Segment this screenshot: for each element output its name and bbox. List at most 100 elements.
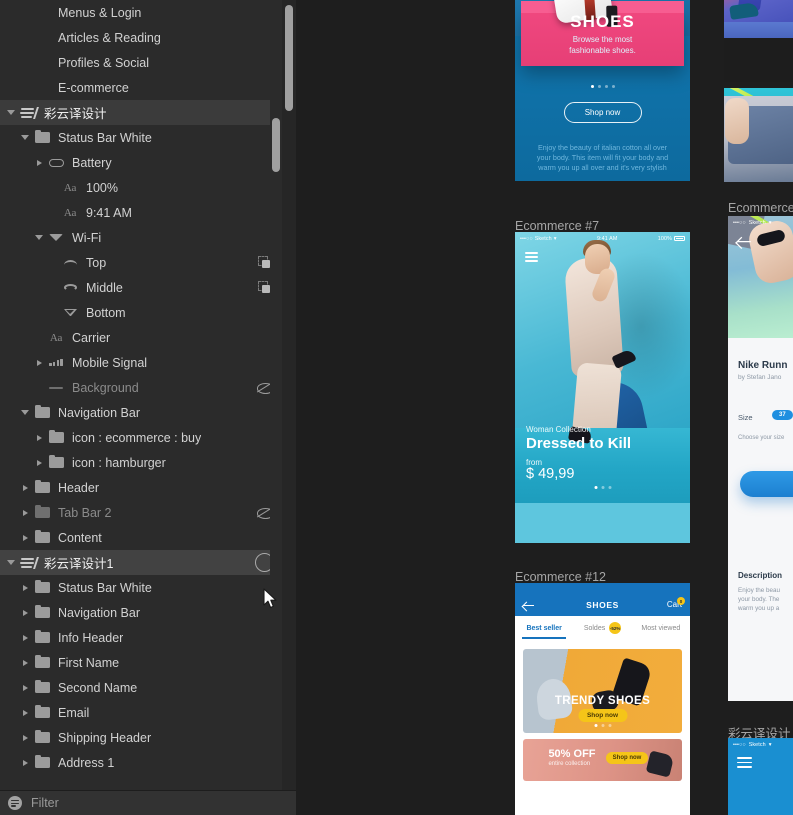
disclosure-triangle[interactable] — [18, 685, 32, 691]
chevron-closed-icon[interactable] — [37, 435, 42, 441]
disclosure-triangle[interactable] — [32, 160, 46, 166]
disclosure-triangle[interactable] — [18, 585, 32, 591]
disclosure-triangle[interactable] — [18, 760, 32, 766]
mask-icon[interactable] — [258, 256, 271, 269]
layer-row[interactable]: Background — [0, 375, 282, 400]
layer-row[interactable]: Top — [0, 250, 282, 275]
chevron-closed-icon[interactable] — [37, 360, 42, 366]
chevron-open-icon[interactable] — [21, 135, 29, 140]
layer-row[interactable]: Second Name — [0, 675, 282, 700]
tab-most-viewed[interactable]: Most viewed — [632, 625, 690, 632]
chevron-closed-icon[interactable] — [23, 760, 28, 766]
disclosure-triangle[interactable] — [4, 110, 18, 115]
layer-row[interactable]: Middle — [0, 275, 282, 300]
hero-card-dots[interactable] — [594, 724, 611, 727]
product-back-arrow-icon[interactable] — [737, 236, 751, 247]
chevron-closed-icon[interactable] — [23, 585, 28, 591]
inner-scrollbar-track[interactable] — [270, 0, 282, 798]
disclosure-triangle[interactable] — [18, 410, 32, 415]
layer-row[interactable]: Status Bar White — [0, 575, 282, 600]
layer-row[interactable]: Tab Bar 2 — [0, 500, 282, 525]
chevron-closed-icon[interactable] — [23, 635, 28, 641]
artboard-ecommerce-product[interactable]: •••○○ Sketch ▾ Free Shipping Nike Runn b… — [728, 216, 793, 701]
layer-row[interactable]: Email — [0, 700, 282, 725]
ecom7-carousel-dots[interactable] — [594, 486, 611, 489]
add-to-cart-button[interactable] — [740, 471, 793, 497]
disclosure-triangle[interactable] — [18, 510, 32, 516]
artboard-ecommerce-12[interactable]: •••○○ Sketch ▾ 9:41 AM 100% SHOES Cart 0… — [515, 583, 690, 815]
disclosure-triangle[interactable] — [32, 435, 46, 441]
chevron-closed-icon[interactable] — [23, 685, 28, 691]
layer-row[interactable]: 彩云译设计 — [0, 100, 282, 125]
disclosure-triangle[interactable] — [18, 660, 32, 666]
ecom7-hamburger-button[interactable] — [525, 252, 538, 262]
ecom12-promo-card[interactable]: 50% OFF entire collection Shop now — [523, 739, 682, 781]
layer-row[interactable]: Aa100% — [0, 175, 282, 200]
chevron-closed-icon[interactable] — [23, 485, 28, 491]
artboard-title-ecommerce-12[interactable]: Ecommerce #12 — [515, 570, 606, 584]
chevron-closed-icon[interactable] — [37, 460, 42, 466]
tab-soldes[interactable]: Soldes -52% — [573, 622, 631, 634]
layer-row[interactable]: Navigation Bar — [0, 400, 282, 425]
layer-row[interactable]: Mobile Signal — [0, 350, 282, 375]
layer-row[interactable]: Info Header — [0, 625, 282, 650]
layer-row[interactable]: Status Bar White — [0, 125, 282, 150]
canvas-area[interactable]: SHOES Browse the most fashionable shoes.… — [296, 0, 793, 815]
artboard-title-ecommerce-7[interactable]: Ecommerce #7 — [515, 219, 599, 233]
layer-row[interactable]: Shipping Header — [0, 725, 282, 750]
disclosure-triangle[interactable] — [18, 735, 32, 741]
chevron-open-icon[interactable] — [21, 410, 29, 415]
layer-row[interactable]: Navigation Bar — [0, 600, 282, 625]
disclosure-triangle[interactable] — [18, 710, 32, 716]
chevron-closed-icon[interactable] — [37, 160, 42, 166]
layer-row[interactable]: Bottom — [0, 300, 282, 325]
artboard-shoes-promo[interactable]: SHOES Browse the most fashionable shoes.… — [515, 0, 690, 181]
layer-row[interactable]: Aa9:41 AM — [0, 200, 282, 225]
disclosure-triangle[interactable] — [32, 235, 46, 240]
size-chip-37[interactable]: 37 — [772, 410, 793, 420]
layer-row[interactable]: Header — [0, 475, 282, 500]
catalog-hamburger-button[interactable] — [737, 757, 752, 768]
disclosure-triangle[interactable] — [32, 460, 46, 466]
chevron-closed-icon[interactable] — [23, 710, 28, 716]
layer-row[interactable]: AaCarrier — [0, 325, 282, 350]
artboard-caiyun-catalog[interactable]: •••○○ Sketch ▾ CAT — [728, 738, 793, 815]
chevron-open-icon[interactable] — [7, 110, 15, 115]
layer-row[interactable]: Address 1 — [0, 750, 282, 775]
disclosure-triangle[interactable] — [18, 135, 32, 140]
hero-shop-now-button[interactable]: Shop now — [578, 709, 627, 722]
disclosure-triangle[interactable] — [18, 485, 32, 491]
promo-shop-now-button[interactable]: Shop now — [606, 752, 649, 764]
layer-row[interactable]: Menus & Login — [0, 0, 282, 25]
artboard-ecommerce-7[interactable]: •••○○ Sketch ▾ 9:41 AM 100% Woman Collec… — [515, 232, 690, 543]
outer-scrollbar-track[interactable] — [282, 0, 296, 815]
disclosure-triangle[interactable] — [18, 535, 32, 541]
artboard-title-ecommerce-product[interactable]: Ecommerce — [728, 201, 793, 215]
tab-best-seller[interactable]: Best seller — [515, 625, 573, 632]
outer-scrollbar-thumb[interactable] — [285, 5, 293, 111]
chevron-closed-icon[interactable] — [23, 510, 28, 516]
promo-shop-now-button[interactable]: Shop now — [564, 102, 642, 123]
layer-row[interactable]: Profiles & Social — [0, 50, 282, 75]
artboard-right-jeans-strip[interactable] — [724, 96, 793, 182]
disclosure-triangle[interactable] — [4, 560, 18, 565]
artboard-right-top-strip[interactable] — [724, 0, 793, 82]
mask-icon[interactable] — [258, 281, 271, 294]
ecom12-tabbar[interactable]: Best seller Soldes -52% Most viewed — [515, 616, 690, 640]
filter-bar[interactable]: Filter — [0, 790, 296, 815]
layer-row[interactable]: 彩云译设计1 — [0, 550, 282, 575]
chevron-closed-icon[interactable] — [23, 535, 28, 541]
layer-row[interactable]: Wi-Fi — [0, 225, 282, 250]
chevron-closed-icon[interactable] — [23, 660, 28, 666]
disclosure-triangle[interactable] — [18, 610, 32, 616]
layer-row[interactable]: First Name — [0, 650, 282, 675]
chevron-closed-icon[interactable] — [23, 735, 28, 741]
layer-row[interactable]: Battery — [0, 150, 282, 175]
layer-row[interactable]: icon : hamburger — [0, 450, 282, 475]
chevron-open-icon[interactable] — [35, 235, 43, 240]
layer-tree[interactable]: Menus & LoginArticles & ReadingProfiles … — [0, 0, 282, 798]
layer-row[interactable]: E-commerce — [0, 75, 282, 100]
disclosure-triangle[interactable] — [18, 635, 32, 641]
disclosure-triangle[interactable] — [32, 360, 46, 366]
chevron-open-icon[interactable] — [7, 560, 15, 565]
